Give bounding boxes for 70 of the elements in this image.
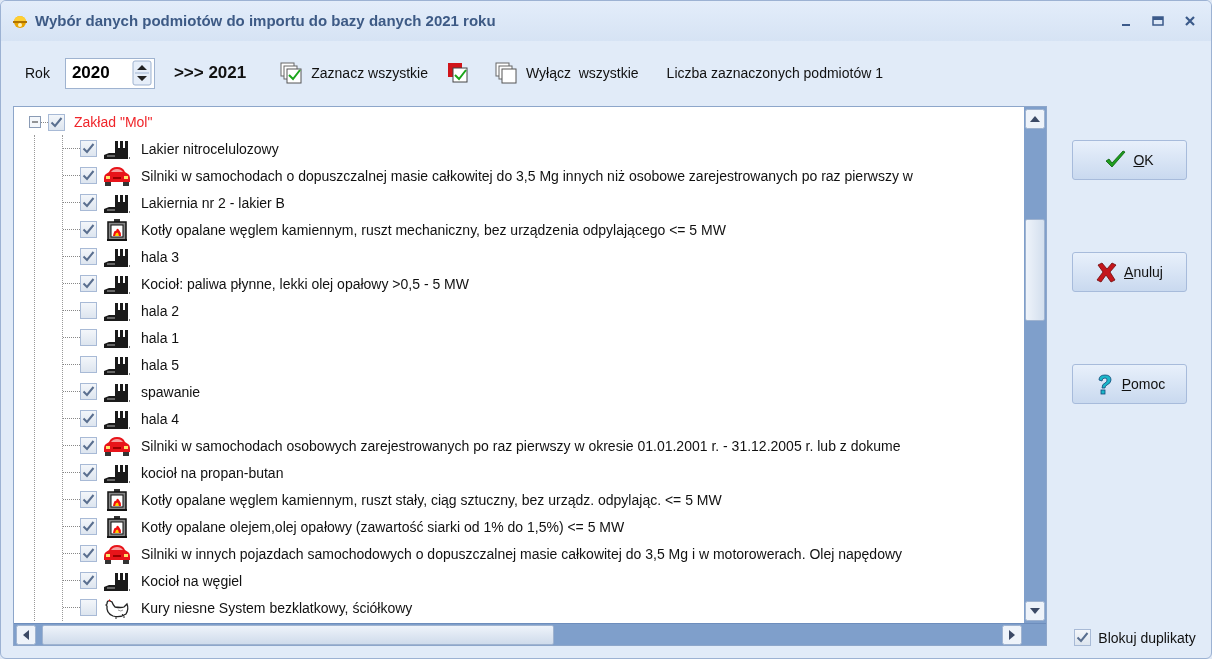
checkbox[interactable] bbox=[80, 491, 97, 508]
close-icon[interactable] bbox=[1183, 13, 1197, 28]
car-icon bbox=[103, 164, 131, 187]
checkbox[interactable] bbox=[80, 599, 97, 616]
checkbox[interactable] bbox=[80, 140, 97, 157]
tree-item[interactable]: Kotły opalane węglem kamiennym, ruszt mechaniczny, bez urządzenia odpylającego <= 5 MW bbox=[141, 221, 726, 238]
scroll-right-icon[interactable] bbox=[1002, 624, 1022, 645]
collapse-icon[interactable] bbox=[29, 116, 41, 128]
scroll-up-icon[interactable] bbox=[1025, 109, 1045, 129]
tree-item[interactable]: Silniki w innych pojazdach samochodowych o dopuszczalnej masie całkowitej do 3,5 Mg i w motorowerach. Olej napędowy bbox=[141, 545, 903, 562]
deselect-all-button[interactable]: Wyłącz wszystkie bbox=[494, 62, 639, 85]
selected-count: Liczba zaznaczonych podmiotów 1 bbox=[666, 65, 883, 82]
scroll-thumb[interactable] bbox=[42, 624, 554, 645]
tree-item[interactable]: Kotły opalane olejem,olej opałowy (zawartość siarki od 1% do 1,5%) <= 5 MW bbox=[141, 518, 625, 535]
tree-item[interactable]: hala 4 bbox=[141, 410, 180, 427]
checkbox[interactable] bbox=[80, 383, 97, 400]
hen-icon bbox=[103, 596, 131, 619]
car-icon bbox=[103, 434, 131, 457]
cancel-button[interactable]: Anuluj bbox=[1071, 252, 1187, 292]
checkbox[interactable] bbox=[80, 167, 97, 184]
tree-item[interactable]: Kury niesne System bezklatkowy, ściółkowy bbox=[141, 599, 413, 616]
tree-item[interactable]: Lakier nitrocelulozowy bbox=[141, 140, 279, 157]
checked-stack-icon bbox=[280, 62, 303, 85]
tree-item[interactable]: Silniki w samochodach osobowych zarejestrowanych po raz pierwszy w okresie 01.01.2001 r. - 31.12.2005 r. lub z dokume bbox=[141, 437, 901, 454]
scroll-thumb[interactable] bbox=[1025, 219, 1045, 321]
spin-arrows-icon[interactable] bbox=[131, 59, 152, 86]
tree-item[interactable]: hala 5 bbox=[141, 356, 180, 373]
select-all-button[interactable]: Zaznacz wszystkie bbox=[280, 62, 428, 85]
tree-item[interactable]: Kocioł: paliwa płynne, lekki olej opałowy >0,5 - 5 MW bbox=[141, 275, 469, 292]
tree-item[interactable]: hala 3 bbox=[141, 248, 180, 265]
scroll-left-icon[interactable] bbox=[16, 624, 36, 645]
target-year: >>> 2021 bbox=[173, 63, 247, 84]
tree-item[interactable]: hala 1 bbox=[141, 329, 180, 346]
tree-item[interactable]: Zakład "Mol" bbox=[74, 114, 153, 130]
checkbox[interactable] bbox=[80, 437, 97, 454]
check-toggle-icon[interactable] bbox=[446, 62, 469, 85]
car-icon bbox=[103, 542, 131, 565]
tree-item[interactable]: Silniki w samochodach o dopuszczalnej masie całkowitej do 3,5 Mg innych niż osobowe zarejestrowanych po raz pierwszy w bbox=[141, 167, 913, 184]
tree-item[interactable]: Kocioł na węgiel bbox=[141, 572, 243, 589]
tree-item[interactable]: hala 2 bbox=[141, 302, 180, 319]
checkbox-label: Blokuj duplikaty bbox=[1098, 629, 1196, 646]
scrollbar-corner bbox=[1024, 623, 1046, 645]
tree-item[interactable]: Kotły opalane węglem kamiennym, ruszt stały, ciąg sztuczny, bez urządz. odpylając. <= 5 MW bbox=[141, 491, 722, 508]
checkbox[interactable] bbox=[80, 356, 97, 373]
scroll-down-icon[interactable] bbox=[1025, 601, 1045, 621]
tree-item[interactable]: kocioł na propan-butan bbox=[141, 464, 284, 481]
checkbox[interactable] bbox=[80, 194, 97, 211]
help-button[interactable]: Pomoc bbox=[1071, 364, 1187, 404]
checkbox[interactable] bbox=[80, 410, 97, 427]
tree-item[interactable]: spawanie bbox=[141, 383, 201, 400]
year-label: Rok bbox=[25, 65, 50, 82]
checkbox[interactable] bbox=[1074, 629, 1092, 646]
ok-button[interactable]: OK bbox=[1071, 140, 1187, 180]
unchecked-stack-icon bbox=[494, 62, 517, 85]
checkbox[interactable] bbox=[80, 302, 97, 319]
maximize-icon[interactable] bbox=[1151, 13, 1165, 28]
tree-item[interactable]: Lakiernia nr 2 - lakier B bbox=[141, 194, 285, 211]
horizontal-scrollbar[interactable] bbox=[14, 623, 1024, 645]
checkbox[interactable] bbox=[80, 329, 97, 346]
checkbox[interactable] bbox=[80, 545, 97, 562]
checkbox[interactable] bbox=[80, 518, 97, 535]
checkbox[interactable] bbox=[80, 275, 97, 292]
checkbox[interactable] bbox=[80, 248, 97, 265]
close-icon bbox=[1095, 260, 1119, 284]
window-title: Wybór danych podmiotów do importu do bazy danych 2021 roku bbox=[35, 12, 496, 30]
checkbox[interactable] bbox=[48, 113, 65, 131]
checkbox[interactable] bbox=[80, 572, 97, 589]
checkbox[interactable] bbox=[80, 221, 97, 238]
checkbox[interactable] bbox=[80, 464, 97, 481]
vertical-scrollbar[interactable] bbox=[1024, 107, 1046, 623]
